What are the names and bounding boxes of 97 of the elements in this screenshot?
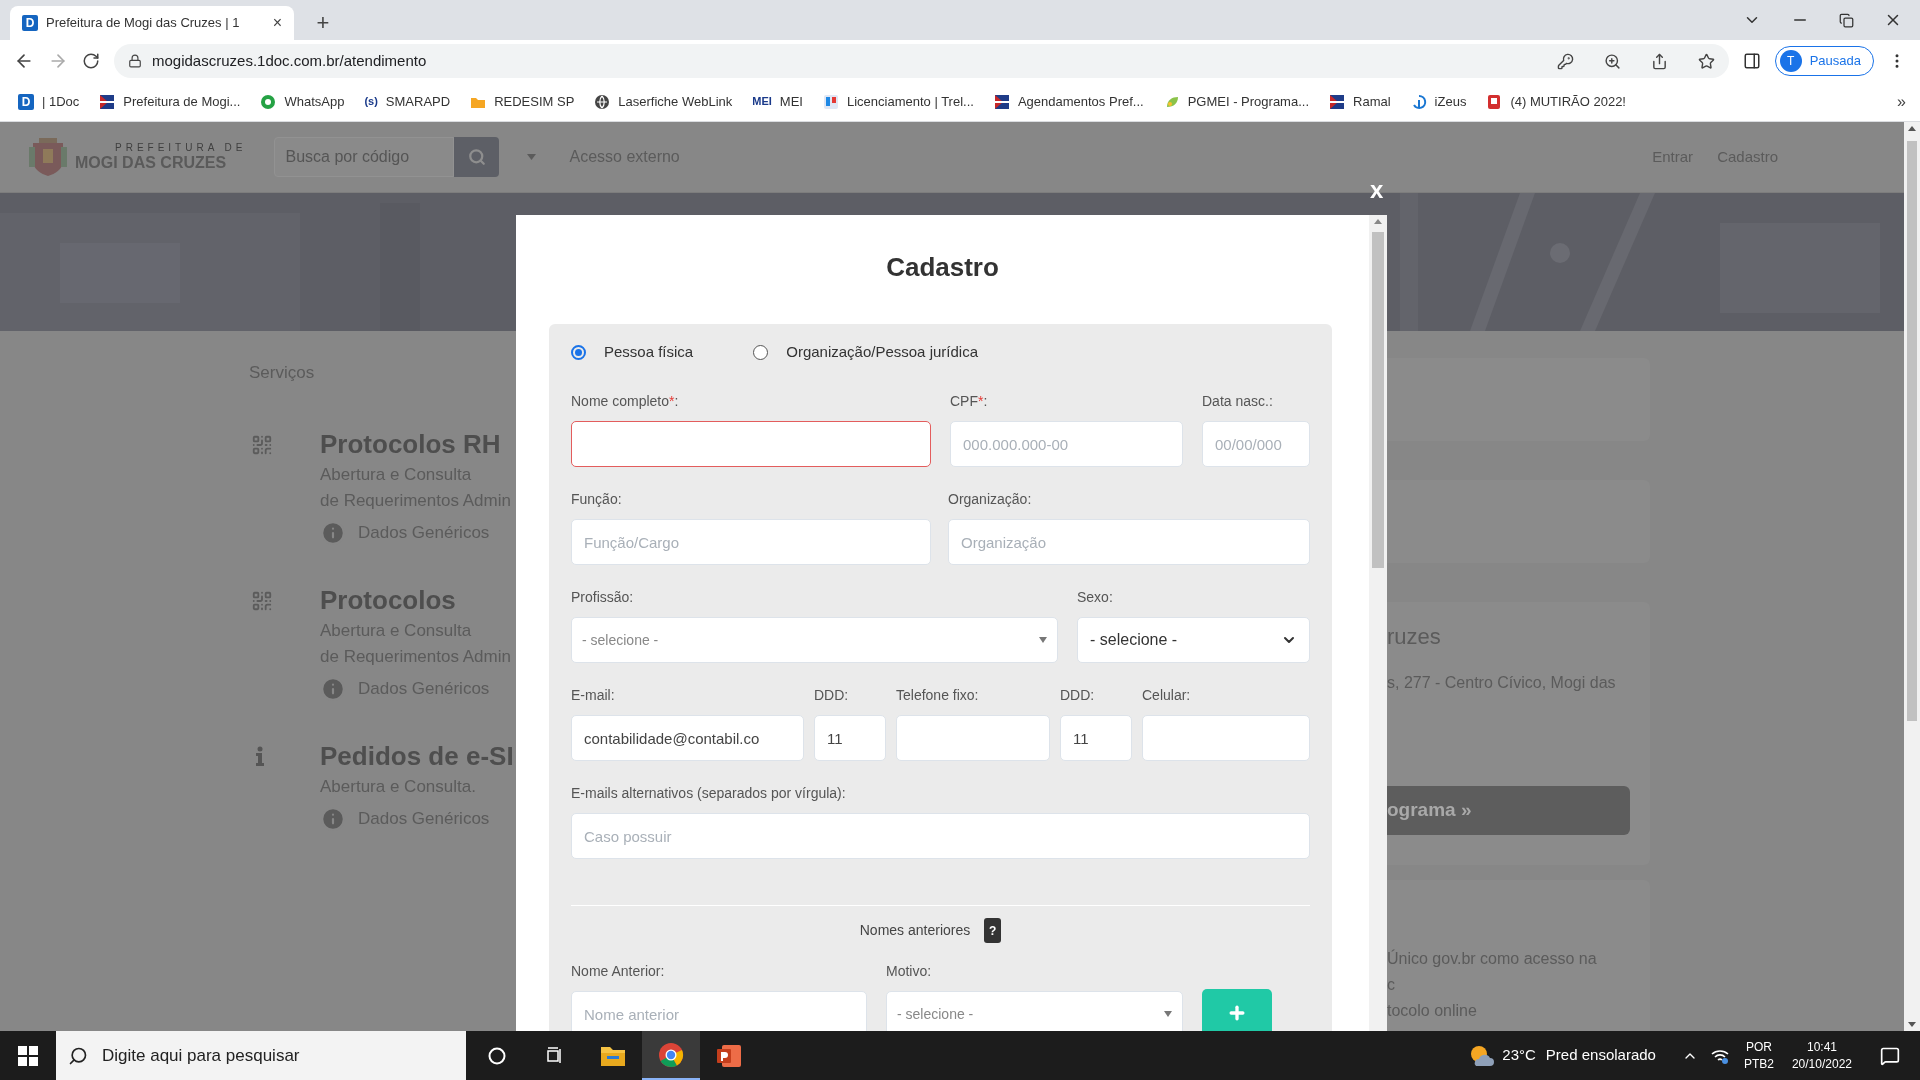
input-field[interactable]: contabilidade@contabil.co (571, 715, 804, 761)
info-icon (255, 745, 265, 766)
logo-subtitle: PREFEITURA DE (115, 143, 247, 153)
input-field[interactable]: 11 (1060, 715, 1132, 761)
field-label: DDD: (1060, 686, 1096, 705)
share-icon[interactable] (1650, 52, 1668, 70)
bookmark[interactable]: Agendamentos Pref... (993, 91, 1144, 112)
avatar: T (1779, 50, 1802, 72)
close-button[interactable]: x (1370, 178, 1384, 202)
input-field[interactable]: 11 (814, 715, 886, 761)
bookmark-icon: (s) (364, 96, 378, 107)
flag-icon (99, 93, 116, 110)
lock-icon (128, 54, 142, 68)
restore-icon[interactable] (1839, 12, 1854, 28)
bookmark[interactable]: iZeus (1410, 91, 1467, 112)
bookmark[interactable]: Prefeitura de Mogi... (99, 91, 241, 112)
scroll-thumb[interactable] (1372, 232, 1384, 568)
scroll-thumb[interactable] (1907, 141, 1917, 721)
zoom-icon[interactable] (1603, 52, 1621, 70)
profile-label: Pausada (1809, 52, 1861, 71)
plus-icon (1227, 1003, 1247, 1023)
bookmark[interactable]: MEI MEI (752, 91, 803, 112)
bookmark-icon: MEI (752, 96, 772, 107)
field-label: Organização: (948, 490, 1033, 509)
tab-close-button[interactable]: × (272, 15, 282, 31)
help-badge[interactable]: ? (984, 918, 1002, 943)
taskbar-search-field[interactable]: Digite aqui para pesquisar (56, 1031, 466, 1080)
field-label: Sexo: (1077, 588, 1114, 607)
qr-code-icon (251, 433, 273, 456)
temperature-text: 23°C (1502, 1045, 1536, 1066)
bookmark[interactable]: D | 1Doc (18, 91, 80, 112)
field-label: E-mail: (571, 686, 616, 705)
reload-icon[interactable] (82, 52, 100, 70)
field-label: Profissão: (571, 588, 635, 607)
section-heading: Nomes anteriores (859, 921, 971, 940)
field-label: E-mails alternativos (separados por vírgula): (571, 784, 847, 803)
bookmark[interactable]: (4) MUTIRÃO 2022! (1486, 91, 1626, 112)
presentation-app-icon (716, 1043, 742, 1068)
bookmark[interactable]: Ramal (1329, 91, 1391, 112)
network-icon[interactable] (1709, 1047, 1730, 1064)
bookmark[interactable]: Licenciamento | Trel... (822, 91, 974, 112)
flag-icon (1329, 93, 1345, 110)
windows-start-icon[interactable] (18, 1045, 38, 1066)
modal-title: Cadastro (885, 251, 1000, 284)
taskbar-app[interactable] (642, 1031, 700, 1080)
swirl-icon (1410, 93, 1427, 110)
bookmark[interactable]: PGMEI - Programa... (1163, 91, 1309, 112)
document-icon: D (18, 93, 34, 110)
language-indicator[interactable]: POR PTB2 (1743, 1038, 1774, 1073)
scroll-down-icon[interactable] (1908, 1022, 1916, 1027)
coat-of-arms-icon (27, 137, 69, 177)
dropdown[interactable]: - selecione - (1077, 617, 1310, 663)
site-icon: D (22, 15, 38, 31)
field-label: Nome Anterior: (571, 962, 666, 981)
board-icon (822, 93, 839, 110)
key-icon[interactable] (1556, 52, 1574, 70)
circle-icon (487, 1045, 507, 1066)
notification-icon[interactable] (1880, 1045, 1900, 1066)
new-tab-button[interactable]: + (308, 6, 338, 40)
field-label: Função: (571, 490, 623, 509)
weather-icon (1468, 1043, 1495, 1068)
bookmark[interactable]: Laserfiche WebLink (594, 91, 733, 112)
weather-text: Pred ensolarado (1545, 1045, 1656, 1066)
field-label: Motivo: (886, 962, 933, 981)
address-bar[interactable]: mogidascruzes.1doc.com.br/atendimento (114, 44, 1729, 78)
scroll-up-icon[interactable] (1908, 126, 1916, 131)
dropdown[interactable]: - selecione - (571, 617, 1058, 663)
search-icon (68, 1045, 88, 1066)
clock[interactable]: 10:41 20/10/2022 (1791, 1038, 1852, 1073)
dropdown[interactable]: - selecione - (886, 991, 1183, 1031)
bookmark[interactable]: WhatsApp (260, 91, 345, 112)
bookmark[interactable]: (s) SMARAPD (364, 91, 451, 112)
flag-icon (993, 93, 1010, 110)
field-label: Telefone fixo: (896, 686, 980, 705)
url-text: mogidascruzes.1doc.com.br/atendimento (152, 50, 428, 71)
radio-option[interactable]: Pessoa física (571, 340, 694, 364)
caret-icon (1039, 637, 1047, 643)
field-label: Nome completo*: (571, 392, 680, 411)
tab-title: Prefeitura de Mogi das Cruzes | 1 (46, 14, 241, 33)
side-panel-icon[interactable] (1742, 52, 1761, 70)
qr-code-icon (251, 589, 273, 612)
more-bookmarks-button[interactable]: » (1897, 89, 1906, 114)
radio-option[interactable]: Organização/Pessoa jurídica (753, 340, 978, 364)
field-label: Celular: (1142, 686, 1192, 705)
field-label: CPF*: (950, 392, 989, 411)
scroll-up-icon[interactable] (1374, 219, 1382, 224)
globe-icon (594, 93, 611, 110)
caret-icon (1164, 1011, 1172, 1017)
bookmark[interactable]: REDESIM SP (470, 91, 575, 112)
bookmark-star-icon[interactable] (1697, 52, 1715, 70)
browser-tab[interactable]: D Prefeitura de Mogi das Cruzes | 1 × (10, 6, 294, 40)
field-label: Data nasc.: (1202, 392, 1274, 411)
input-field[interactable] (571, 421, 931, 467)
search-icon (467, 148, 486, 166)
badge-icon (1486, 93, 1503, 110)
field-label: DDD: (814, 686, 850, 705)
chrome-icon (658, 1041, 684, 1068)
